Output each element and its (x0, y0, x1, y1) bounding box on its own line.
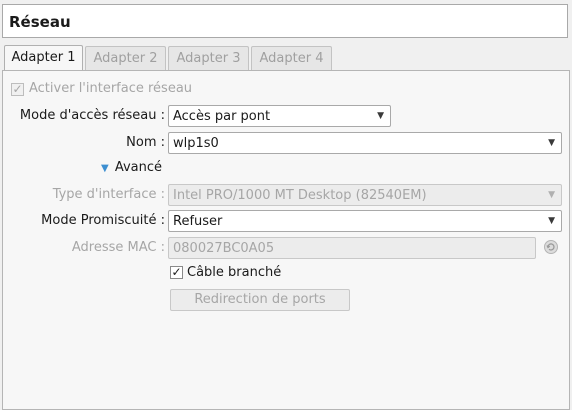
triangle-down-icon: ▼ (101, 163, 109, 174)
chevron-down-icon: ▼ (548, 216, 555, 226)
adapter-type-value: Intel PRO/1000 MT Desktop (82540EM) (173, 188, 427, 203)
chevron-down-icon: ▼ (377, 111, 384, 121)
section-header: Réseau (2, 4, 568, 38)
mac-value: 080027BC0A05 (173, 241, 275, 256)
attached-to-value: Accès par pont (173, 109, 271, 124)
enable-adapter-label: Activer l'interface réseau (29, 81, 193, 96)
promiscuous-value: Refuser (173, 214, 223, 229)
adapter-type-label: Type d'interface : (52, 187, 165, 202)
cable-connected-label: Câble branché (187, 265, 282, 280)
mac-address-field[interactable]: 080027BC0A05 (168, 237, 536, 259)
advanced-toggle[interactable]: ▼ Avancé (101, 160, 162, 175)
attached-to-label: Mode d'accès réseau : (19, 108, 165, 123)
name-value: wlp1s0 (173, 136, 219, 151)
chevron-down-icon: ▼ (548, 190, 555, 200)
cable-connected-checkbox[interactable]: ✓ (170, 266, 183, 279)
name-label: Nom : (126, 135, 165, 150)
adapter-type-select[interactable]: Intel PRO/1000 MT Desktop (82540EM) ▼ (168, 184, 562, 206)
refresh-icon[interactable] (543, 239, 559, 255)
section-title: Réseau (9, 13, 71, 31)
advanced-label: Avancé (114, 160, 163, 175)
tab-adapter-2[interactable]: Adapter 2 (85, 46, 166, 71)
tab-adapter-4[interactable]: Adapter 4 (251, 46, 332, 71)
mac-label: Adresse MAC : (71, 240, 165, 255)
chevron-down-icon: ▼ (548, 138, 555, 148)
promiscuous-label: Mode Promiscuité : (41, 213, 165, 228)
port-forwarding-button[interactable]: Redirection de ports (170, 289, 350, 311)
enable-adapter-checkbox[interactable]: ✓ (11, 83, 24, 96)
tab-adapter-3[interactable]: Adapter 3 (168, 46, 249, 71)
tab-adapter-1[interactable]: Adapter 1 (4, 45, 83, 71)
checkmark-icon: ✓ (171, 265, 182, 279)
name-select[interactable]: wlp1s0 ▼ (168, 132, 562, 154)
attached-to-select[interactable]: Accès par pont ▼ (168, 105, 391, 127)
checkmark-icon: ✓ (12, 82, 23, 96)
promiscuous-select[interactable]: Refuser ▼ (168, 210, 562, 232)
